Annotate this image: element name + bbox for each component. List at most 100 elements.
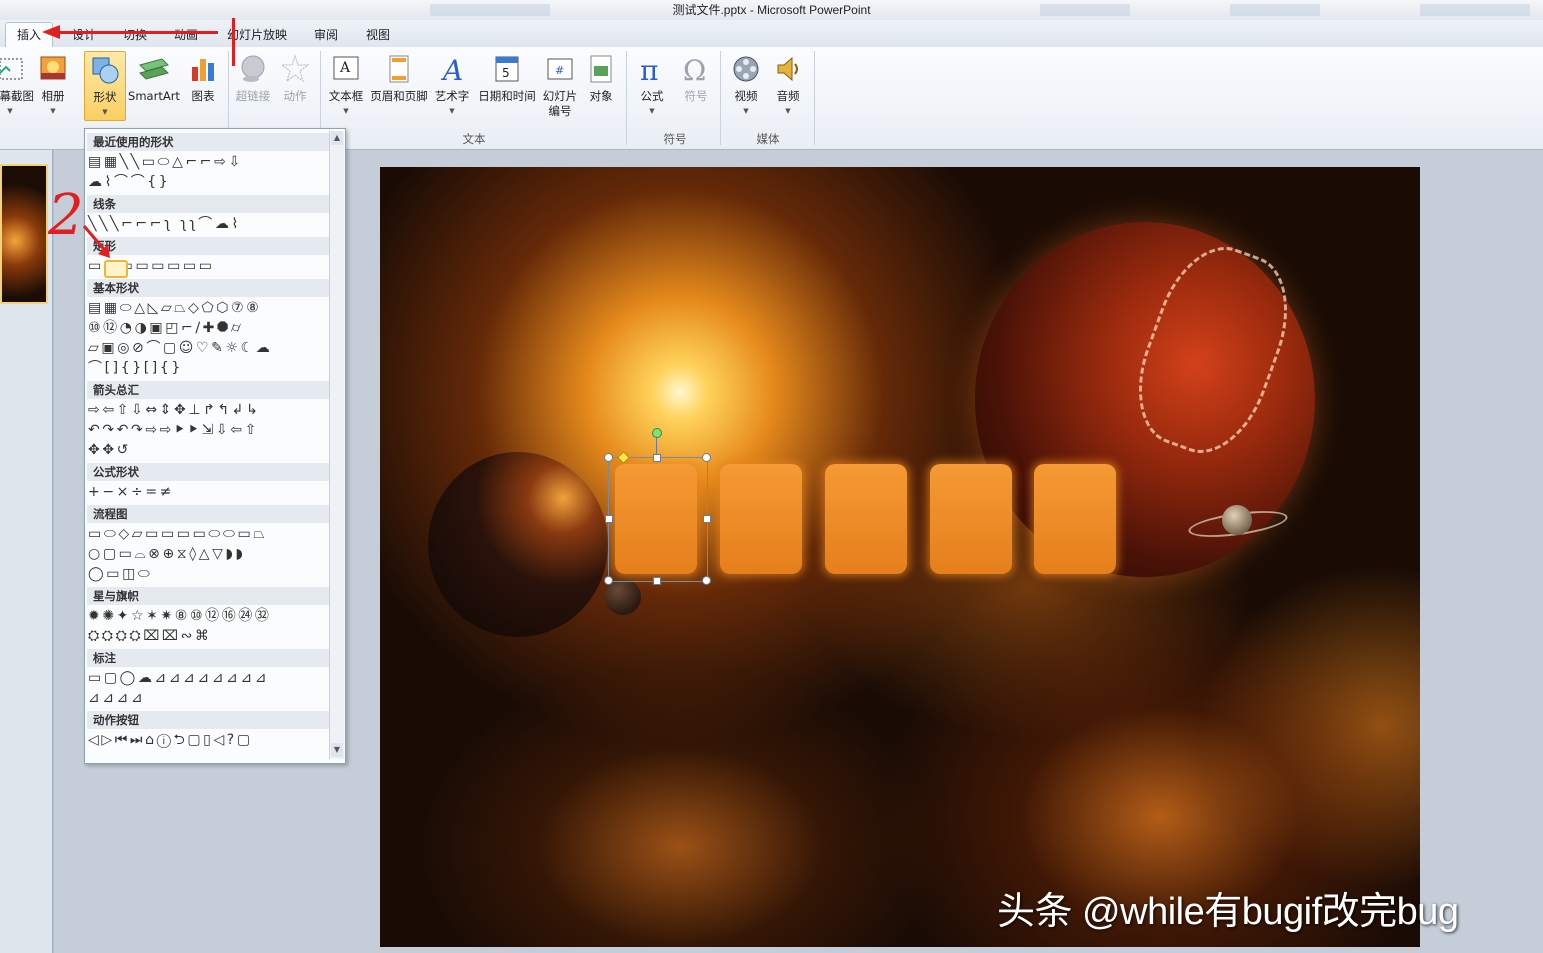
shapes-label: 形状: [93, 90, 117, 104]
shape-row[interactable]: ⇨⇦⇧⇩⇔⇕✥⊥↱↰↲↳: [88, 401, 260, 419]
rotation-handle[interactable]: [652, 428, 662, 438]
slides-pane: [0, 150, 53, 953]
textbox-button[interactable]: A 文本框 ▼: [326, 51, 366, 119]
equation-button[interactable]: π 公式 ▼: [632, 51, 672, 119]
video-button[interactable]: 视频 ▼: [726, 51, 766, 119]
tab-animations[interactable]: 动画: [168, 25, 204, 45]
symbol-button[interactable]: Ω 符号: [676, 51, 716, 119]
group-separator: [626, 51, 627, 145]
orange-rounded-rectangle[interactable]: [825, 464, 907, 574]
resize-handle-top-right[interactable]: [702, 453, 711, 462]
slide-number-label-2: 编号: [548, 104, 572, 118]
gallery-section-stars: 星与旗帜: [87, 587, 334, 605]
audio-button[interactable]: 音频 ▼: [768, 51, 808, 119]
shape-row[interactable]: ✥✥↺: [88, 441, 131, 459]
wordart-button[interactable]: A 艺术字 ▼: [432, 51, 472, 119]
watermark-text: 头条 @while有bugif改完bug: [997, 891, 1459, 933]
shape-row[interactable]: ▤▦╲╲▭⬭△⌐⌐⇨⇩: [88, 153, 243, 171]
chart-icon: [192, 59, 214, 81]
textbox-icon: A: [333, 56, 359, 80]
photo-album-label: 相册: [41, 89, 65, 103]
shape-row[interactable]: ◁▷⏮⏭⌂ⓘ⮌▢▯◁?▢: [88, 731, 253, 749]
action-button[interactable]: 动作: [276, 51, 314, 119]
saturn-planet: [1222, 505, 1252, 535]
tab-design[interactable]: 设计: [66, 25, 102, 45]
orange-rounded-rectangle[interactable]: [1034, 464, 1116, 574]
resize-handle-top[interactable]: [653, 454, 661, 462]
orange-rounded-rectangle[interactable]: [930, 464, 1012, 574]
slide-canvas[interactable]: [380, 167, 1420, 947]
group-separator: [720, 51, 721, 145]
shape-row[interactable]: ◯▭◫⬭: [88, 565, 152, 583]
gallery-scrollbar[interactable]: ▲ ▼: [329, 131, 344, 759]
dropdown-arrow-icon: ▼: [102, 108, 108, 116]
shape-row[interactable]: ⑩⑫◔◑▣◰⌐∕✚⯃⌭: [88, 319, 243, 337]
rounded-rectangle-shape-highlighted[interactable]: [104, 260, 128, 278]
resize-handle-bottom-right[interactable]: [702, 576, 711, 585]
header-footer-button[interactable]: 页眉和页脚: [368, 51, 430, 119]
smartart-label: SmartArt: [128, 89, 180, 103]
slide-number-button[interactable]: # 幻灯片 编号: [540, 51, 580, 119]
planet-image-left: [428, 452, 608, 637]
wordart-label: 艺术字: [434, 89, 470, 103]
svg-text:5: 5: [502, 66, 510, 80]
header-footer-label: 页眉和页脚: [370, 89, 428, 103]
tab-view[interactable]: 视图: [360, 25, 396, 45]
shapes-icon: [92, 57, 119, 84]
svg-text:A: A: [440, 54, 463, 85]
shape-row[interactable]: ▱▣◎⊘⌒▢☺♡✎☼☾☁: [88, 339, 272, 357]
date-time-button[interactable]: 5 日期和时间: [476, 51, 538, 119]
group-separator: [814, 51, 815, 145]
resize-handle-bottom-left[interactable]: [604, 576, 613, 585]
hyperlink-button[interactable]: 超链接: [232, 51, 274, 119]
tab-transitions[interactable]: 切换: [117, 25, 153, 45]
gallery-section-arrows: 箭头总汇: [87, 381, 334, 399]
slide-thumbnail[interactable]: [0, 164, 48, 304]
annotation-arrow-2: [82, 225, 110, 258]
shapes-button[interactable]: 形状 ▼: [84, 51, 126, 121]
object-icon: [590, 55, 612, 83]
resize-handle-right[interactable]: [703, 515, 711, 523]
photo-album-icon: [40, 56, 66, 80]
shape-row[interactable]: ○▢▭⌓⊗⊕⧖◊△▽◗◗: [88, 545, 245, 563]
calendar-icon: 5: [495, 56, 519, 82]
shape-row[interactable]: ☁⌇⌒⌒{}: [88, 173, 170, 191]
audio-label: 音频: [776, 89, 800, 103]
screenshot-icon: [0, 58, 23, 80]
shape-row[interactable]: ⌒[]{}[]{}: [88, 359, 183, 377]
shape-row[interactable]: ↶↷↶↷⇨⇨⯈⯈⇲⇩⇦⇧: [88, 421, 259, 439]
shape-row[interactable]: ▭⬭◇▱▭▭▭▭⬭⬭▭⏢: [88, 525, 267, 543]
gallery-section-lines: 线条: [87, 195, 334, 213]
omega-icon: Ω: [683, 54, 706, 85]
shape-row[interactable]: +−×÷=≠: [88, 483, 174, 501]
photo-album-button[interactable]: 相册 ▼: [34, 51, 72, 119]
smartart-button[interactable]: SmartArt: [126, 51, 182, 119]
resize-handle-bottom[interactable]: [653, 577, 661, 585]
scroll-up-icon[interactable]: ▲: [331, 131, 343, 145]
group-label-text: 文本: [462, 132, 486, 146]
video-label: 视频: [734, 89, 758, 103]
gallery-section-recent: 最近使用的形状: [87, 133, 334, 151]
tab-review[interactable]: 审阅: [308, 25, 344, 45]
dropdown-arrow-icon: ▼: [7, 107, 13, 115]
dropdown-arrow-icon: ▼: [785, 107, 791, 115]
window-title: 测试文件.pptx - Microsoft PowerPoint: [672, 3, 871, 17]
annotation-step-number: 2: [48, 183, 84, 248]
resize-handle-top-left[interactable]: [604, 453, 613, 462]
scroll-down-icon[interactable]: ▼: [331, 743, 343, 757]
object-button[interactable]: 对象: [582, 51, 620, 119]
shape-row[interactable]: ⛭⛭⛭⛭⌧⌧∾⌘: [88, 627, 212, 645]
slide-number-icon: #: [547, 58, 573, 80]
shape-row[interactable]: ▭▢◯☁⊿⊿⊿⊿⊿⊿⊿⊿: [88, 669, 269, 687]
screenshot-label: 屏幕截图: [0, 89, 34, 103]
screenshot-button[interactable]: 屏幕截图 ▼: [0, 51, 34, 119]
shape-row[interactable]: ✹✺✦☆✶✷⑧⑩⑫⑯㉔㉜: [88, 607, 272, 625]
gallery-section-rectangles: 矩形: [87, 237, 334, 255]
title-bar: 测试文件.pptx - Microsoft PowerPoint: [0, 0, 1543, 20]
dropdown-arrow-icon: ▼: [743, 107, 749, 115]
resize-handle-left[interactable]: [605, 515, 613, 523]
shape-row[interactable]: ▤▦⬭△◺▱⏢◇⬠⬡⑦⑧: [88, 299, 261, 317]
orange-rounded-rectangle[interactable]: [720, 464, 802, 574]
chart-button[interactable]: 图表: [184, 51, 222, 119]
shape-row[interactable]: ⊿⊿⊿⊿: [88, 689, 145, 707]
